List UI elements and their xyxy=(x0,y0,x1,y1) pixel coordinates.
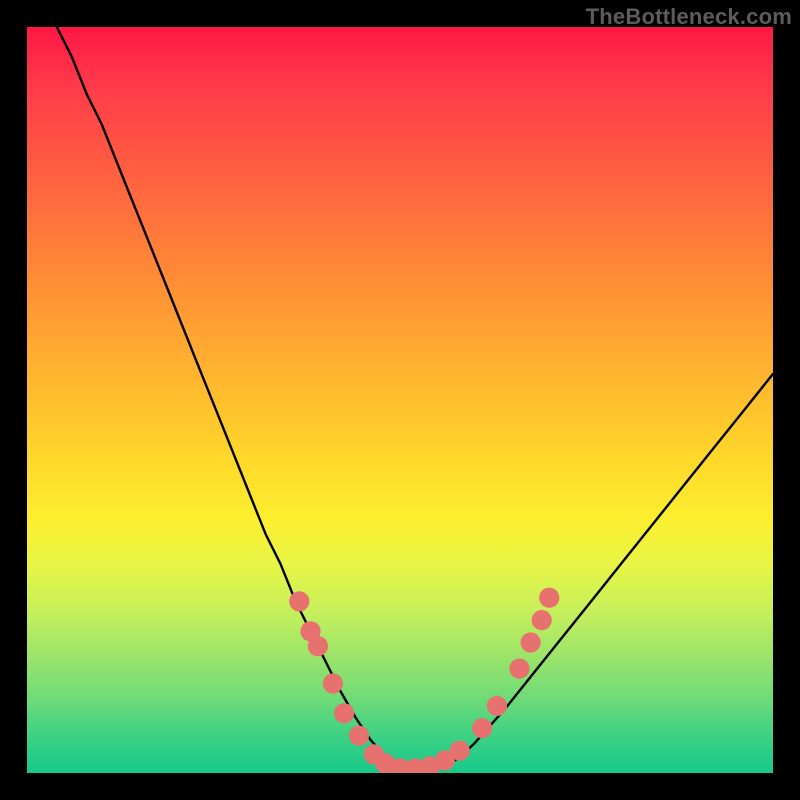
sample-point-group xyxy=(289,588,559,773)
sample-point xyxy=(323,673,343,693)
sample-point xyxy=(509,659,529,679)
sample-point xyxy=(450,741,470,761)
sample-point xyxy=(349,726,369,746)
sample-point xyxy=(521,632,541,652)
chart-frame xyxy=(27,27,773,773)
sample-point xyxy=(472,718,492,738)
sample-point xyxy=(532,610,552,630)
sample-point xyxy=(289,591,309,611)
chart-overlay xyxy=(27,27,773,773)
bottleneck-curve xyxy=(57,27,773,770)
watermark-text: TheBottleneck.com xyxy=(586,4,792,30)
sample-point xyxy=(334,703,354,723)
sample-point xyxy=(308,636,328,656)
sample-point xyxy=(487,696,507,716)
sample-point xyxy=(539,588,559,608)
